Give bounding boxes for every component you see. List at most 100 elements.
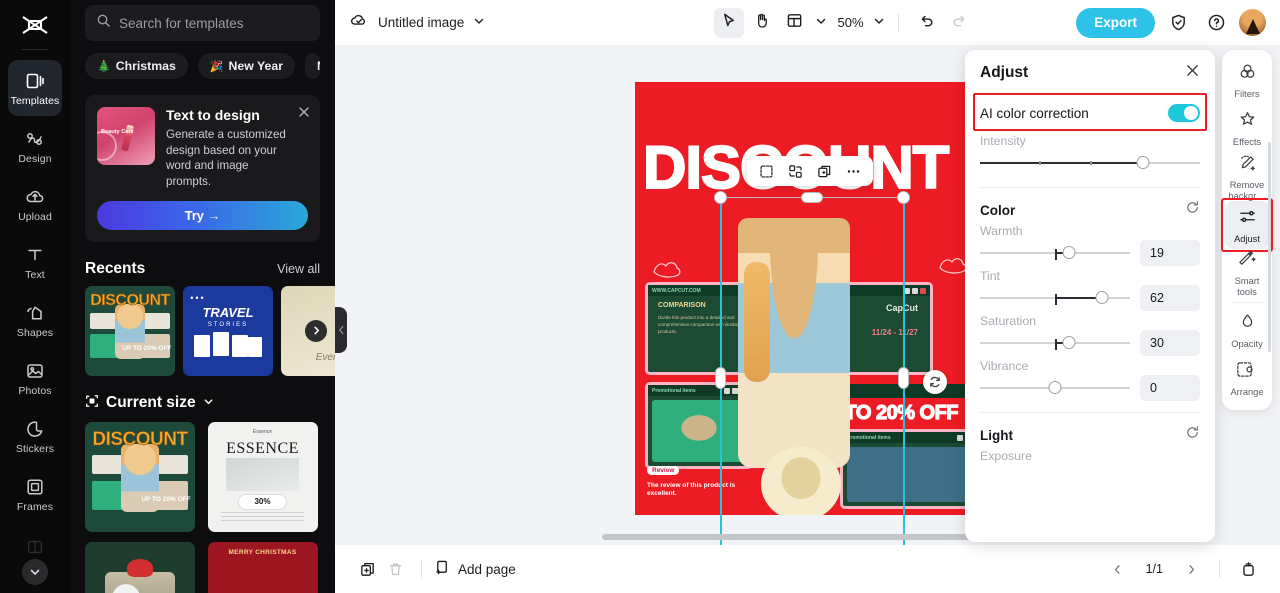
panel-collapse-handle[interactable]	[335, 307, 347, 353]
vibrance-slider[interactable]	[980, 381, 1130, 395]
duplicate-icon[interactable]	[817, 164, 832, 179]
sidebar-item-shapes[interactable]: Shapes	[8, 292, 62, 348]
bottom-toolbar: Add page 1/1	[335, 545, 1280, 593]
export-button[interactable]: Export	[1076, 7, 1155, 38]
ai-color-correction-toggle[interactable]	[1168, 104, 1200, 122]
current-size-grid: DISCOUNT UP TO 20% OFF Essence ESSENCE 3…	[85, 421, 320, 593]
vibrance-value[interactable]: 0	[1140, 375, 1200, 401]
close-icon[interactable]	[298, 105, 310, 123]
add-page-icon	[434, 559, 451, 579]
tool-filters[interactable]: Filters	[1225, 57, 1269, 105]
search-input[interactable]	[119, 15, 309, 31]
shapes-icon	[24, 302, 46, 324]
duplicate-page-button[interactable]	[353, 555, 381, 583]
sidebar-item-templates[interactable]: Templates	[8, 60, 62, 116]
chip-new-year[interactable]: 🎉 New Year	[197, 53, 296, 79]
view-all-link[interactable]: View all	[277, 262, 320, 276]
sidebar-item-label: Templates	[10, 94, 60, 107]
sidebar-item-photos[interactable]: Photos	[8, 350, 62, 406]
prev-page-button[interactable]	[1104, 555, 1132, 583]
template-card-christmas-red[interactable]: MERRY CHRISTMAS	[207, 541, 318, 593]
current-size-header[interactable]: Current size	[85, 394, 320, 413]
tool-label: Effects	[1232, 137, 1262, 148]
tool-opacity[interactable]: Opacity	[1225, 307, 1269, 355]
chevron-down-icon[interactable]	[815, 14, 827, 32]
chevron-down-icon[interactable]	[873, 14, 885, 32]
reset-icon[interactable]	[1185, 425, 1200, 445]
sidebar-item-stickers[interactable]: Stickers	[8, 408, 62, 464]
template-card-sub: UP TO 20% OFF	[122, 345, 172, 353]
next-page-button[interactable]	[1177, 555, 1205, 583]
add-page-button[interactable]: Add page	[434, 559, 516, 579]
chevron-down-icon[interactable]	[473, 14, 485, 32]
intensity-slider[interactable]	[980, 156, 1200, 170]
sidebar-item-upload[interactable]: Upload	[8, 176, 62, 232]
reset-icon[interactable]	[1185, 200, 1200, 220]
capcut-logo-icon[interactable]	[20, 9, 50, 41]
undo-button[interactable]	[912, 8, 942, 38]
search-icon	[96, 13, 111, 33]
template-card-discount[interactable]: DISCOUNT UP TO 20% OFF	[85, 285, 175, 376]
tool-rail-scrollbar[interactable]	[1268, 142, 1271, 352]
saturation-value[interactable]: 30	[1140, 330, 1200, 356]
selection-handle-top-center[interactable]	[801, 192, 823, 203]
warmth-slider[interactable]	[980, 246, 1130, 260]
timer-button[interactable]	[1234, 555, 1262, 583]
tool-remove-background[interactable]: Remove backgr…	[1225, 153, 1269, 201]
redo-button[interactable]	[945, 8, 975, 38]
chevron-right-icon[interactable]	[305, 319, 327, 342]
rail-divider	[22, 49, 48, 50]
select-tool-button[interactable]	[713, 7, 744, 38]
selection-handle-top-right[interactable]	[897, 191, 910, 204]
replace-icon[interactable]	[788, 164, 803, 179]
selection-handle-mid-right[interactable]	[898, 367, 909, 389]
template-card-travel[interactable]: ••• TRAVEL STORIES	[183, 285, 273, 376]
delete-page-button[interactable]	[381, 555, 409, 583]
tool-arrange[interactable]: Arrange	[1225, 355, 1269, 403]
window-minimize-icon	[904, 287, 910, 294]
template-card-sub: STORIES	[207, 321, 249, 328]
sidebar-item-text[interactable]: Text	[8, 234, 62, 290]
close-icon[interactable]	[1185, 63, 1200, 83]
sidebar-item-label: Photos	[18, 384, 52, 397]
chip-most[interactable]: Mos	[305, 53, 320, 79]
try-button[interactable]: Try →	[97, 200, 308, 230]
template-card-essence[interactable]: Essence ESSENCE 30%	[207, 421, 318, 532]
user-avatar[interactable]	[1239, 9, 1266, 36]
zoom-level[interactable]: 50%	[838, 15, 864, 30]
chip-christmas[interactable]: 🎄 Christmas	[85, 53, 188, 79]
document-title[interactable]: Untitled image	[378, 15, 464, 30]
adjust-panel-title: Adjust	[980, 64, 1029, 81]
sidebar-item-frames[interactable]: Frames	[8, 466, 62, 522]
ai-color-correction-row[interactable]: AI color correction	[973, 96, 1207, 130]
promo-title: Text to design	[166, 107, 260, 123]
canvas-horizontal-scrollbar[interactable]	[602, 534, 1015, 540]
search-templates-box[interactable]	[85, 5, 320, 41]
hand-tool-button[interactable]	[747, 8, 777, 38]
sidebar-item-label: Text	[25, 268, 45, 281]
selection-handle-mid-left[interactable]	[715, 367, 726, 389]
more-horizontal-icon[interactable]	[846, 164, 861, 179]
help-circle-icon[interactable]	[1201, 8, 1231, 38]
tool-smart-tools[interactable]: Smart tools	[1225, 249, 1269, 297]
tool-effects[interactable]: Effects	[1225, 105, 1269, 153]
vibrance-slider-row: 0	[980, 375, 1200, 401]
saturation-slider[interactable]	[980, 336, 1130, 350]
sidebar-item-design[interactable]: Design	[8, 118, 62, 174]
rotate-handle[interactable]	[923, 370, 947, 394]
selection-handle-top-left[interactable]	[714, 191, 727, 204]
crop-icon[interactable]	[759, 164, 774, 179]
warmth-value[interactable]: 19	[1140, 240, 1200, 266]
sidebar-expand-button[interactable]	[22, 559, 48, 585]
tint-slider[interactable]	[980, 291, 1130, 305]
layout-icon	[786, 12, 803, 34]
template-card-christmas-green[interactable]	[85, 541, 195, 593]
shield-check-icon[interactable]	[1163, 8, 1193, 38]
filters-icon	[1238, 62, 1257, 86]
template-card-discount-2[interactable]: DISCOUNT UP TO 20% OFF	[85, 421, 195, 532]
template-card-badge: 30%	[238, 494, 287, 510]
design-artboard[interactable]: DISCOUNT WWW.CAPCUT.COM	[635, 82, 981, 515]
tint-value[interactable]: 62	[1140, 285, 1200, 311]
layout-tool-button[interactable]	[780, 8, 810, 38]
tool-adjust[interactable]: Adjust	[1221, 198, 1273, 253]
